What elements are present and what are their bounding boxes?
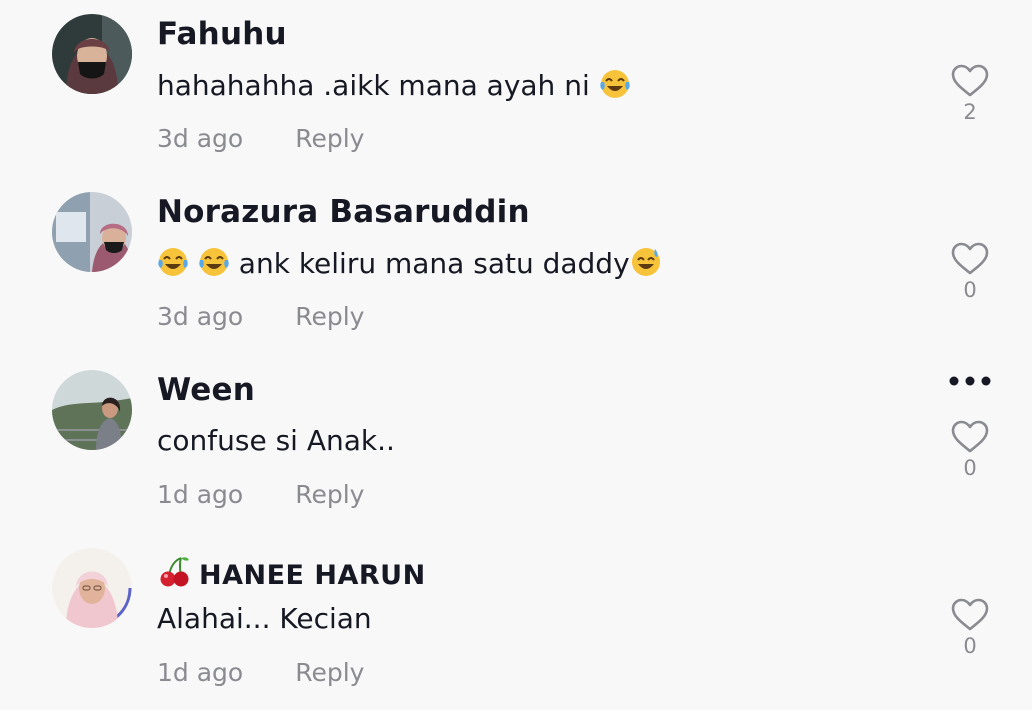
like-count: 0 [963, 456, 977, 480]
heart-outline-icon [951, 420, 989, 453]
comment-meta: 3d ago Reply [157, 302, 364, 331]
comment-meta: 1d ago Reply [157, 480, 364, 509]
comment-item: Ween confuse si Anak.. 1d ago Reply 0 [0, 356, 1032, 534]
sweat-smile-emoji [630, 246, 662, 285]
comment-text: ank keliru mana satu daddy [157, 246, 662, 285]
like-button[interactable]: 2 [950, 64, 990, 124]
heart-outline-icon [951, 64, 989, 97]
reply-button[interactable]: Reply [295, 658, 364, 687]
like-count: 2 [963, 100, 977, 124]
like-count: 0 [963, 278, 977, 302]
like-count: 0 [963, 634, 977, 658]
like-button[interactable]: 0 [950, 242, 990, 302]
timestamp: 1d ago [157, 658, 244, 687]
comment-meta: 1d ago Reply [157, 658, 364, 687]
timestamp: 1d ago [157, 480, 244, 509]
reply-button[interactable]: Reply [295, 124, 364, 153]
username-text: HANEE HARUN [199, 560, 426, 591]
username[interactable]: Fahuhu [157, 16, 287, 52]
avatar[interactable] [52, 192, 132, 272]
tears-of-joy-emoji [198, 246, 230, 285]
avatar[interactable] [52, 370, 132, 450]
comment-text: confuse si Anak.. [157, 424, 395, 457]
comment-meta: 3d ago Reply [157, 124, 364, 153]
username[interactable]: Ween [157, 372, 255, 408]
avatar[interactable] [52, 548, 132, 628]
tears-of-joy-emoji [599, 68, 631, 107]
tears-of-joy-emoji [157, 246, 189, 285]
comment-item: Fahuhu hahahahha .aikk mana ayah ni 3d a… [0, 0, 1032, 178]
timestamp: 3d ago [157, 302, 244, 331]
heart-outline-icon [951, 598, 989, 631]
like-button[interactable]: 0 [950, 598, 990, 658]
like-button[interactable]: 0 [950, 420, 990, 480]
reply-button[interactable]: Reply [295, 302, 364, 331]
comment-text: Alahai... Kecian [157, 602, 372, 635]
heart-outline-icon [951, 242, 989, 275]
comment-text: hahahahha .aikk mana ayah ni [157, 68, 631, 107]
comment-item: Norazura Basaruddin ank keliru mana satu… [0, 178, 1032, 356]
cherries-emoji [157, 554, 191, 595]
comment-item: HANEE HARUN Alahai... Kecian 1d ago Reply… [0, 534, 1032, 710]
comment-list: Fahuhu hahahahha .aikk mana ayah ni 3d a… [0, 0, 1032, 710]
comment-text-body: ank keliru mana satu daddy [229, 247, 630, 280]
username[interactable]: HANEE HARUN [157, 554, 426, 595]
username[interactable]: Norazura Basaruddin [157, 194, 530, 230]
timestamp: 3d ago [157, 124, 244, 153]
reply-button[interactable]: Reply [295, 480, 364, 509]
comment-text-body: hahahahha .aikk mana ayah ni [157, 69, 599, 102]
avatar[interactable] [52, 14, 132, 94]
more-options-icon[interactable] [946, 368, 994, 394]
